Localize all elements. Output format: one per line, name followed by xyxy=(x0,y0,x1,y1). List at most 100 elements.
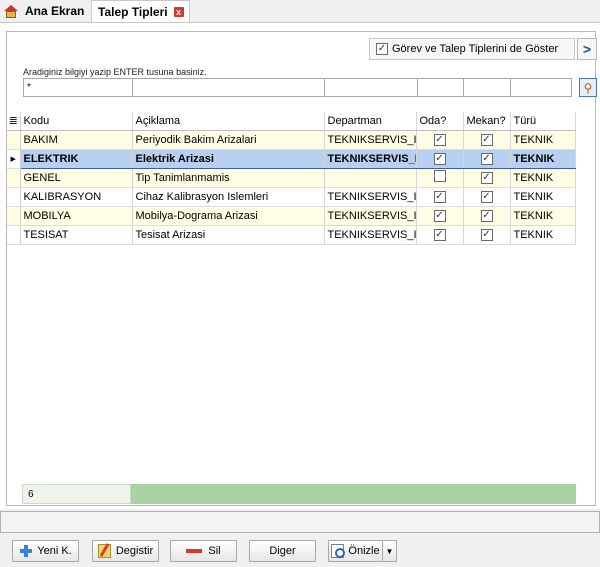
table-row[interactable]: TESISAT Tesisat Arizasi TEKNIKSERVIS_I ✓ ✓ TE… xyxy=(7,225,576,245)
row-indicator xyxy=(7,130,21,150)
tab-home[interactable]: Ana Ekran xyxy=(0,0,90,22)
edit-button-label: Degistir xyxy=(115,545,154,557)
cell-departman: TEKNIKSERVIS_I xyxy=(324,187,417,207)
row-indicator xyxy=(7,187,21,207)
filter-aciklama-input[interactable] xyxy=(132,78,325,97)
cell-turu: TEKNIK xyxy=(510,168,576,188)
delete-button[interactable]: Sil xyxy=(170,540,237,562)
cell-turu: TEKNIK xyxy=(510,187,576,207)
checkbox-checked-icon: ✓ xyxy=(433,191,446,203)
home-icon xyxy=(4,4,18,18)
column-header-aciklama[interactable]: Açiklama xyxy=(132,112,325,131)
edit-icon xyxy=(97,544,111,558)
cell-oda-checkbox[interactable]: ✓ xyxy=(416,148,464,169)
cell-kodu: KALIBRASYON xyxy=(20,187,133,207)
cell-oda-checkbox[interactable]: ✓ xyxy=(416,187,464,207)
filter-options-icon[interactable]: ⚲ xyxy=(579,78,597,97)
filter-departman-input[interactable] xyxy=(324,78,418,97)
status-bar xyxy=(0,511,600,533)
cell-departman xyxy=(324,168,417,188)
row-indicator xyxy=(7,206,21,226)
column-header-oda[interactable]: Oda? xyxy=(416,112,464,131)
table-row[interactable]: MOBILYA Mobilya-Dograma Arizasi TEKNIKSERV… xyxy=(7,206,576,226)
filter-row xyxy=(23,78,576,97)
table-row[interactable]: GENEL Tip Tanimlanmamis ✓ TEKNIK xyxy=(7,168,576,188)
cell-mekan-checkbox[interactable]: ✓ xyxy=(463,225,511,245)
checkbox-checked-icon: ✓ xyxy=(480,191,493,203)
cell-departman: TEKNIKSERVIS_I xyxy=(324,206,417,226)
checkbox-checked-icon: ✓ xyxy=(480,172,493,184)
cell-oda-checkbox[interactable]: ✓ xyxy=(416,130,464,150)
search-hint: Aradiginiz bilgiyi yazip ENTER tusuna ba… xyxy=(23,67,207,77)
preview-button-label: Önizle xyxy=(348,545,380,557)
edit-button[interactable]: Degistir xyxy=(92,540,159,562)
checkbox-checked-icon: ✓ xyxy=(480,229,493,241)
cell-mekan-checkbox[interactable]: ✓ xyxy=(463,130,511,150)
filter-turu-input[interactable] xyxy=(510,78,572,97)
cell-mekan-checkbox[interactable]: ✓ xyxy=(463,187,511,207)
cell-oda-checkbox[interactable]: ✓ xyxy=(416,225,464,245)
checkbox-checked-icon: ✓ xyxy=(480,134,493,146)
row-indicator xyxy=(7,168,21,188)
cell-kodu: BAKIM xyxy=(20,130,133,150)
cell-departman: TEKNIKSERVIS_I xyxy=(324,130,417,150)
delete-button-label: Sil xyxy=(208,545,221,557)
next-button[interactable]: > xyxy=(577,38,597,60)
table-row[interactable]: BAKIM Periyodik Bakim Arizalari TEKNIKSERV… xyxy=(7,130,576,150)
checkbox-empty-icon xyxy=(433,170,446,182)
column-chooser-icon[interactable]: ≣ xyxy=(7,112,21,131)
preview-icon xyxy=(331,544,346,558)
cell-kodu: MOBILYA xyxy=(20,206,133,226)
cell-aciklama: Cihaz Kalibrasyon Islemleri xyxy=(132,187,325,207)
preview-button[interactable]: Önizle xyxy=(328,540,383,562)
table-row[interactable]: ▶ ELEKTRIK Elektrik Arizasi TEKNIKSERVIS_D ✓… xyxy=(7,148,576,169)
row-count: 6 xyxy=(22,484,131,504)
table-row[interactable]: KALIBRASYON Cihaz Kalibrasyon Islemleri TE… xyxy=(7,187,576,207)
new-button[interactable]: Yeni K. xyxy=(12,540,79,562)
grid-footer: 6 xyxy=(22,484,576,504)
checkbox-checked-icon: ✓ xyxy=(433,153,446,165)
grid-body: BAKIM Periyodik Bakim Arizalari TEKNIKSERV… xyxy=(7,130,576,245)
footer-bar xyxy=(131,484,576,504)
checkbox-checked-icon: ✓ xyxy=(376,43,388,55)
grid-header: ≣ Kodu Açiklama Departman Oda? Mekan? Tü… xyxy=(7,112,576,131)
tab-talep-tipleri[interactable]: Talep Tipleri x xyxy=(91,0,190,22)
other-button-label: Diger xyxy=(269,545,296,557)
cell-mekan-checkbox[interactable]: ✓ xyxy=(463,168,511,188)
preview-dropdown-icon[interactable]: ▼ xyxy=(383,540,397,562)
checkbox-checked-icon: ✓ xyxy=(433,210,446,222)
filter-mekan-input[interactable] xyxy=(463,78,511,97)
cell-mekan-checkbox[interactable]: ✓ xyxy=(463,148,511,169)
close-tab-icon[interactable]: x xyxy=(173,6,184,17)
checkbox-checked-icon: ✓ xyxy=(480,210,493,222)
other-button[interactable]: Diger xyxy=(249,540,316,562)
cell-oda-checkbox[interactable]: ✓ xyxy=(416,206,464,226)
column-header-mekan[interactable]: Mekan? xyxy=(463,112,511,131)
search-input[interactable] xyxy=(23,78,133,97)
cell-aciklama: Tesisat Arizasi xyxy=(132,225,325,245)
show-tasks-checkbox[interactable]: ✓ Görev ve Talep Tiplerini de Göster xyxy=(369,38,575,60)
column-header-turu[interactable]: Türü xyxy=(510,112,576,131)
checkbox-checked-icon: ✓ xyxy=(433,229,446,241)
cell-turu: TEKNIK xyxy=(510,130,576,150)
request-type-grid: ≣ Kodu Açiklama Departman Oda? Mekan? Tü… xyxy=(7,112,576,245)
filter-oda-input[interactable] xyxy=(417,78,464,97)
cell-turu: TEKNIK xyxy=(510,206,576,226)
cell-aciklama: Mobilya-Dograma Arizasi xyxy=(132,206,325,226)
content-panel: ✓ Görev ve Talep Tiplerini de Göster > A… xyxy=(0,22,600,509)
checkbox-checked-icon: ✓ xyxy=(480,153,493,165)
cell-kodu: TESISAT xyxy=(20,225,133,245)
cell-mekan-checkbox[interactable]: ✓ xyxy=(463,206,511,226)
list-container: ✓ Görev ve Talep Tiplerini de Göster > A… xyxy=(6,31,597,506)
cell-turu: TEKNIK xyxy=(510,148,576,169)
new-button-label: Yeni K. xyxy=(37,545,72,557)
cell-oda-checkbox[interactable] xyxy=(416,168,464,188)
row-indicator: ▶ xyxy=(7,149,21,169)
cell-departman: TEKNIKSERVIS_D xyxy=(324,148,417,169)
tab-talep-tipleri-label: Talep Tipleri xyxy=(98,4,168,19)
minus-icon xyxy=(186,549,203,553)
column-header-kodu[interactable]: Kodu xyxy=(20,112,133,131)
column-header-departman[interactable]: Departman xyxy=(324,112,417,131)
cell-kodu: ELEKTRIK xyxy=(20,148,133,169)
cell-departman: TEKNIKSERVIS_I xyxy=(324,225,417,245)
